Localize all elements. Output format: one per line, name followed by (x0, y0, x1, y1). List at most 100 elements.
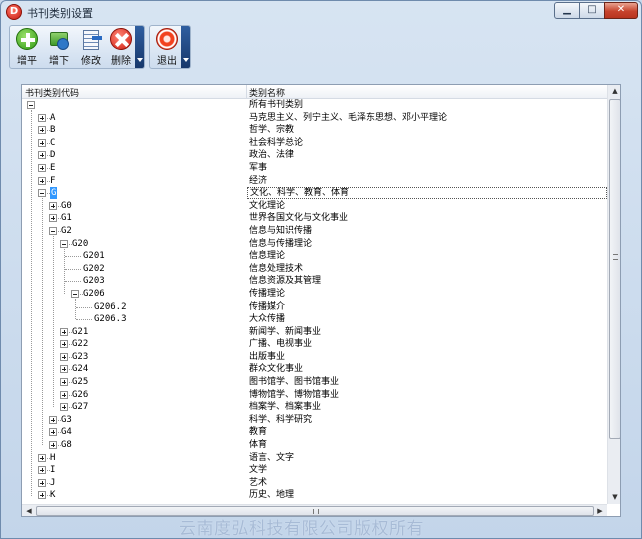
tree-row[interactable]: G1 世界各国文化与文化事业 (22, 212, 607, 225)
expand-icon[interactable] (60, 365, 68, 374)
tree-row[interactable]: G 文化、科学、教育、体育 (22, 187, 607, 200)
tree-row[interactable]: G22 广播、电视事业 (22, 338, 607, 351)
tree-row[interactable]: A 马克思主义、列宁主义、毛泽东思想、邓小平理论 (22, 112, 607, 125)
add-child-icon (48, 28, 70, 50)
tree-row[interactable]: B 哲学、宗教 (22, 124, 607, 137)
collapse-icon[interactable] (60, 239, 68, 248)
expand-icon[interactable] (49, 428, 57, 437)
tree-row-name: 信息与传播理论 (249, 238, 313, 249)
tree-row[interactable]: G4 教育 (22, 426, 607, 439)
tree-row[interactable]: D 政治、法律 (22, 149, 607, 162)
tree-row[interactable]: K 历史、地理 (22, 489, 607, 502)
scroll-up-button[interactable]: ▲ (609, 85, 620, 97)
tree-row[interactable]: G202 信息处理技术 (22, 263, 607, 276)
tree-row-name: 档案学、档案事业 (249, 402, 322, 413)
tree-row[interactable]: G26 博物馆学、博物馆事业 (22, 389, 607, 402)
tree-row-name: 马克思主义、列宁主义、毛泽东思想、邓小平理论 (249, 112, 448, 123)
tree-row[interactable]: J 艺术 (22, 477, 607, 490)
tree-row[interactable]: G201 信息理论 (22, 250, 607, 263)
tree-row[interactable]: E 军事 (22, 162, 607, 175)
expand-icon[interactable] (60, 378, 68, 387)
tree-row[interactable]: G3 科学、科学研究 (22, 414, 607, 427)
tree-row-name: 政治、法律 (249, 150, 295, 161)
column-divider[interactable] (246, 85, 247, 99)
tree-row[interactable]: G24 群众文化事业 (22, 363, 607, 376)
add-child-button[interactable]: 增下 (45, 28, 73, 68)
tree-row[interactable]: G27 档案学、档案事业 (22, 401, 607, 414)
expand-icon[interactable] (38, 151, 46, 160)
expand-icon[interactable] (49, 201, 57, 210)
collapse-icon[interactable] (71, 289, 79, 298)
scroll-down-button[interactable]: ▼ (609, 491, 620, 503)
close-button[interactable]: ✕ (604, 2, 638, 19)
tree-row[interactable]: G21 新闻学、新闻事业 (22, 326, 607, 339)
expand-icon[interactable] (38, 176, 46, 185)
collapse-icon[interactable] (38, 189, 46, 198)
tree-row-name: 信息处理技术 (249, 263, 304, 274)
tree-row[interactable]: G2 信息与知识传播 (22, 225, 607, 238)
tree-row[interactable]: G8 体育 (22, 439, 607, 452)
exit-button[interactable]: 退出 (153, 28, 181, 68)
expand-icon[interactable] (49, 214, 57, 223)
tree-row-name: 图书馆学、图书馆事业 (249, 377, 340, 388)
tree-row-code: G24 (72, 364, 89, 375)
tree-row[interactable]: G23 出版事业 (22, 351, 607, 364)
toolbar-options-grip[interactable] (135, 26, 144, 68)
tree-connector (76, 306, 92, 308)
tree-row-code: D (50, 150, 56, 161)
tree-row-code: G27 (72, 402, 89, 413)
tree-row[interactable]: G206.3 大众传播 (22, 313, 607, 326)
category-tree[interactable]: 书刊类别代码 类别名称 所有书刊类别 A 马克思主义、列宁主义、毛泽东思想、邓小平理… (21, 84, 621, 517)
add-sibling-button[interactable]: 增平 (13, 28, 41, 68)
column-header-name[interactable]: 类别名称 (249, 86, 285, 99)
tree-row[interactable]: G0 文化理论 (22, 200, 607, 213)
expand-icon[interactable] (38, 478, 46, 487)
expand-icon[interactable] (60, 403, 68, 412)
delete-button[interactable]: 删除 (107, 28, 135, 68)
maximize-button[interactable]: □ (579, 2, 605, 19)
tree-row[interactable]: 所有书刊类别 (22, 99, 607, 112)
tree-row-code: G25 (72, 377, 89, 388)
tree-row-name: 世界各国文化与文化事业 (249, 213, 349, 224)
vertical-scroll-thumb[interactable] (609, 99, 620, 439)
expand-icon[interactable] (60, 327, 68, 336)
scroll-left-button[interactable]: ◀ (23, 505, 35, 516)
tree-row-code: C (50, 137, 56, 148)
expand-icon[interactable] (38, 126, 46, 135)
vertical-scrollbar[interactable]: ▲ ▼ (607, 85, 620, 504)
expand-icon[interactable] (38, 163, 46, 172)
tree-row[interactable]: H 语言、文字 (22, 452, 607, 465)
expand-icon[interactable] (38, 491, 46, 500)
expand-icon[interactable] (60, 390, 68, 399)
tree-row-name: 信息理论 (249, 251, 286, 262)
expand-icon[interactable] (38, 113, 46, 122)
delete-label: 删除 (111, 56, 131, 67)
expand-icon[interactable] (49, 441, 57, 450)
expand-icon[interactable] (38, 466, 46, 475)
tree-row[interactable]: C 社会科学总论 (22, 137, 607, 150)
collapse-icon[interactable] (27, 101, 35, 109)
tree-row-code: J (50, 477, 56, 488)
toolbar-options-grip[interactable] (181, 26, 190, 68)
tree-connector (31, 110, 32, 496)
expand-icon[interactable] (60, 340, 68, 349)
tree-row[interactable]: I 文学 (22, 464, 607, 477)
column-header-code[interactable]: 书刊类别代码 (25, 86, 79, 99)
title-bar[interactable]: D 书刊类别设置 ▁ □ ✕ (1, 1, 641, 23)
expand-icon[interactable] (38, 453, 46, 462)
tree-row[interactable]: G25 图书馆学、图书馆事业 (22, 376, 607, 389)
tree-row[interactable]: G206.2 传播媒介 (22, 301, 607, 314)
expand-icon[interactable] (49, 415, 57, 424)
expand-icon[interactable] (38, 138, 46, 147)
scroll-right-button[interactable]: ▶ (594, 505, 606, 516)
expand-icon[interactable] (60, 352, 68, 361)
tree-row[interactable]: F 经济 (22, 175, 607, 188)
tree-row[interactable]: G20 信息与传播理论 (22, 238, 607, 251)
minimize-button[interactable]: ▁ (554, 2, 580, 19)
collapse-icon[interactable] (49, 226, 57, 235)
tree-row[interactable]: G206 传播理论 (22, 288, 607, 301)
tree-row-code: G201 (83, 251, 105, 262)
tree-row-name: 科学、科学研究 (249, 414, 313, 425)
edit-button[interactable]: 修改 (77, 28, 105, 68)
tree-row[interactable]: G203 信息资源及其管理 (22, 275, 607, 288)
